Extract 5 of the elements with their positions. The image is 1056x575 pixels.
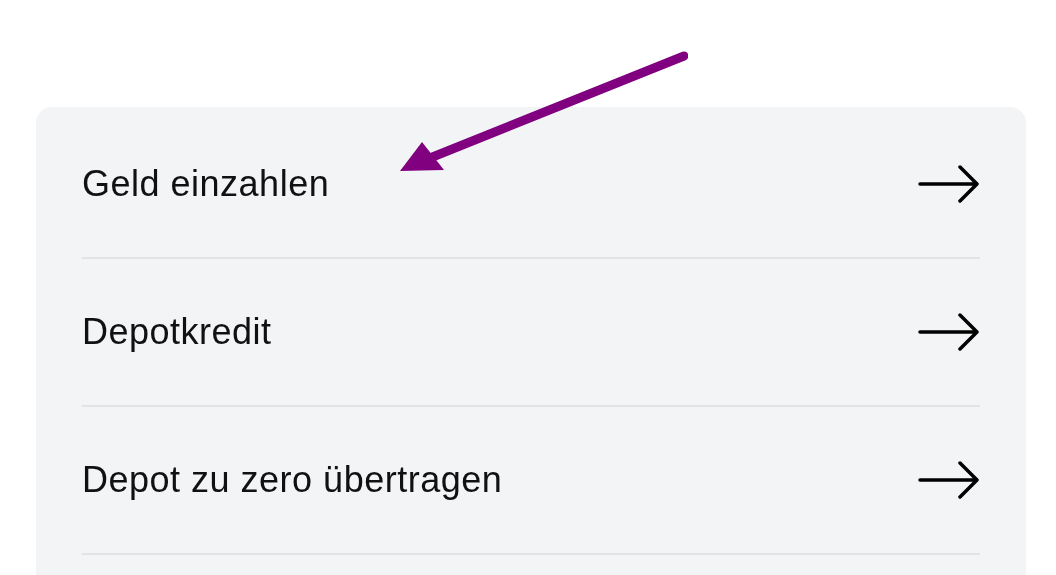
menu-item[interactable]: Depotkredit bbox=[82, 259, 980, 407]
arrow-right-icon bbox=[918, 165, 980, 203]
arrow-right-icon bbox=[918, 313, 980, 351]
menu-item[interactable]: Depot zu zero übertragen bbox=[82, 407, 980, 555]
arrow-right-icon bbox=[918, 461, 980, 499]
